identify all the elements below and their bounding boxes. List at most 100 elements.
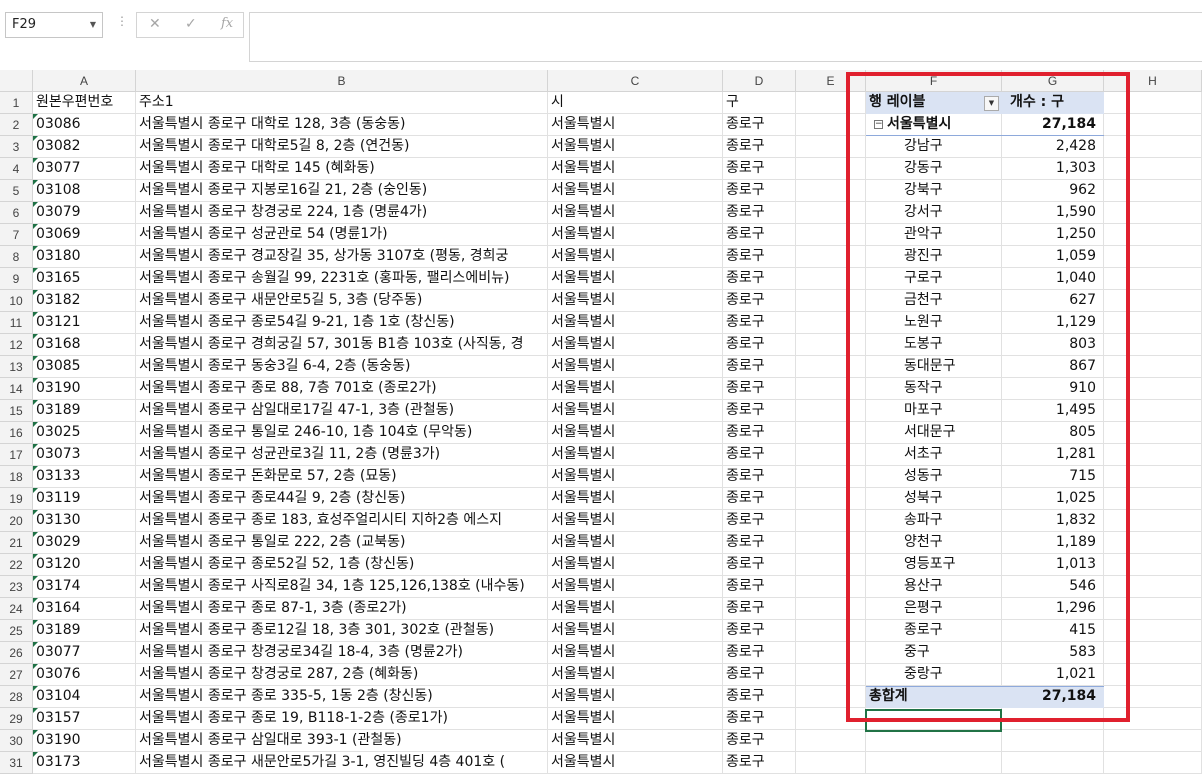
- cell[interactable]: 종로구: [723, 466, 796, 488]
- cell[interactable]: 종로구: [723, 114, 796, 136]
- cell[interactable]: 03189: [33, 400, 136, 422]
- cell[interactable]: 종로구: [723, 532, 796, 554]
- row-header[interactable]: 28: [0, 686, 33, 708]
- cell[interactable]: 03182: [33, 290, 136, 312]
- row-header[interactable]: 26: [0, 642, 33, 664]
- cell[interactable]: 서울특별시 종로구 종로 19, B118-1-2층 (종로1가): [136, 708, 548, 730]
- cell[interactable]: 종로구: [723, 576, 796, 598]
- cell[interactable]: 03164: [33, 598, 136, 620]
- cell[interactable]: 종로구: [723, 510, 796, 532]
- row-header[interactable]: 16: [0, 422, 33, 444]
- row-header[interactable]: 1: [0, 92, 33, 114]
- number-as-text-indicator-icon[interactable]: [33, 290, 38, 295]
- cell[interactable]: 서울특별시: [548, 488, 723, 510]
- cell[interactable]: 03189: [33, 620, 136, 642]
- cell[interactable]: 서울특별시: [548, 202, 723, 224]
- number-as-text-indicator-icon[interactable]: [33, 224, 38, 229]
- cell[interactable]: 서울특별시 종로구 대학로 128, 3층 (동숭동): [136, 114, 548, 136]
- name-box[interactable]: F29 ▼: [5, 12, 103, 38]
- cell[interactable]: [796, 730, 866, 752]
- cell[interactable]: 서울특별시: [548, 532, 723, 554]
- cell[interactable]: 종로구: [723, 598, 796, 620]
- cell[interactable]: 서울특별시: [548, 598, 723, 620]
- cell[interactable]: 03077: [33, 642, 136, 664]
- row-header[interactable]: 9: [0, 268, 33, 290]
- row-header[interactable]: 31: [0, 752, 33, 774]
- cell[interactable]: [1104, 752, 1202, 774]
- cell[interactable]: 종로구: [723, 136, 796, 158]
- cell[interactable]: 03086: [33, 114, 136, 136]
- cell[interactable]: 서울특별시: [548, 400, 723, 422]
- cell[interactable]: 서울특별시 종로구 통일로 222, 2층 (교북동): [136, 532, 548, 554]
- cell[interactable]: 서울특별시: [548, 114, 723, 136]
- row-header[interactable]: 30: [0, 730, 33, 752]
- cell[interactable]: 종로구: [723, 400, 796, 422]
- number-as-text-indicator-icon[interactable]: [33, 708, 38, 713]
- cell[interactable]: 서울특별시: [548, 334, 723, 356]
- cell[interactable]: 03120: [33, 554, 136, 576]
- cell[interactable]: 서울특별시: [548, 642, 723, 664]
- number-as-text-indicator-icon[interactable]: [33, 554, 38, 559]
- cell[interactable]: 서울특별시: [548, 466, 723, 488]
- name-box-dropdown-icon[interactable]: ▼: [90, 13, 96, 37]
- cell[interactable]: 서울특별시 종로구 종로12길 18, 3층 301, 302호 (관철동): [136, 620, 548, 642]
- column-header-c[interactable]: C: [548, 70, 723, 92]
- row-header[interactable]: 19: [0, 488, 33, 510]
- row-header[interactable]: 14: [0, 378, 33, 400]
- number-as-text-indicator-icon[interactable]: [33, 114, 38, 119]
- cell[interactable]: 서울특별시: [548, 312, 723, 334]
- cell[interactable]: 종로구: [723, 708, 796, 730]
- number-as-text-indicator-icon[interactable]: [33, 686, 38, 691]
- row-header[interactable]: 24: [0, 598, 33, 620]
- number-as-text-indicator-icon[interactable]: [33, 422, 38, 427]
- cell[interactable]: 서울특별시 종로구 대학로 145 (혜화동): [136, 158, 548, 180]
- cell[interactable]: 서울특별시: [548, 708, 723, 730]
- cell[interactable]: 03190: [33, 730, 136, 752]
- cell[interactable]: 서울특별시 종로구 경희궁길 57, 301동 B1층 103호 (사직동, 경: [136, 334, 548, 356]
- number-as-text-indicator-icon[interactable]: [33, 752, 38, 757]
- cell[interactable]: 03025: [33, 422, 136, 444]
- cell[interactable]: 종로구: [723, 686, 796, 708]
- cell[interactable]: 종로구: [723, 246, 796, 268]
- cell[interactable]: 서울특별시 종로구 종로52길 52, 1층 (창신동): [136, 554, 548, 576]
- cell[interactable]: 종로구: [723, 488, 796, 510]
- number-as-text-indicator-icon[interactable]: [33, 598, 38, 603]
- number-as-text-indicator-icon[interactable]: [33, 400, 38, 405]
- cell[interactable]: 종로구: [723, 356, 796, 378]
- cell[interactable]: 서울특별시: [548, 664, 723, 686]
- number-as-text-indicator-icon[interactable]: [33, 378, 38, 383]
- row-header[interactable]: 23: [0, 576, 33, 598]
- cell[interactable]: 03130: [33, 510, 136, 532]
- cell[interactable]: 종로구: [723, 730, 796, 752]
- enter-icon[interactable]: ✓: [185, 16, 197, 32]
- number-as-text-indicator-icon[interactable]: [33, 466, 38, 471]
- column-header-b[interactable]: B: [136, 70, 548, 92]
- cell[interactable]: 서울특별시: [548, 356, 723, 378]
- cell[interactable]: 03085: [33, 356, 136, 378]
- row-header[interactable]: 27: [0, 664, 33, 686]
- cell[interactable]: 주소1: [136, 92, 548, 114]
- row-header[interactable]: 29: [0, 708, 33, 730]
- cell[interactable]: 종로구: [723, 620, 796, 642]
- cell[interactable]: 03190: [33, 378, 136, 400]
- cell[interactable]: 서울특별시: [548, 158, 723, 180]
- cell[interactable]: 서울특별시 종로구 창경궁로34길 18-4, 3층 (명륜2가): [136, 642, 548, 664]
- cell[interactable]: 종로구: [723, 334, 796, 356]
- cell[interactable]: 종로구: [723, 224, 796, 246]
- number-as-text-indicator-icon[interactable]: [33, 730, 38, 735]
- cell[interactable]: 종로구: [723, 664, 796, 686]
- formula-input[interactable]: [249, 12, 1202, 62]
- cell[interactable]: 종로구: [723, 422, 796, 444]
- cell[interactable]: 종로구: [723, 268, 796, 290]
- cell[interactable]: 서울특별시 종로구 동숭3길 6-4, 2층 (동숭동): [136, 356, 548, 378]
- row-header[interactable]: 10: [0, 290, 33, 312]
- cell[interactable]: 서울특별시: [548, 510, 723, 532]
- cell[interactable]: 서울특별시: [548, 290, 723, 312]
- cell[interactable]: 서울특별시 종로구 종로54길 9-21, 1층 1호 (창신동): [136, 312, 548, 334]
- cell[interactable]: 서울특별시 종로구 종로44길 9, 2층 (창신동): [136, 488, 548, 510]
- cell[interactable]: 03069: [33, 224, 136, 246]
- cell[interactable]: 03165: [33, 268, 136, 290]
- cell[interactable]: 03077: [33, 158, 136, 180]
- number-as-text-indicator-icon[interactable]: [33, 246, 38, 251]
- cell[interactable]: 03121: [33, 312, 136, 334]
